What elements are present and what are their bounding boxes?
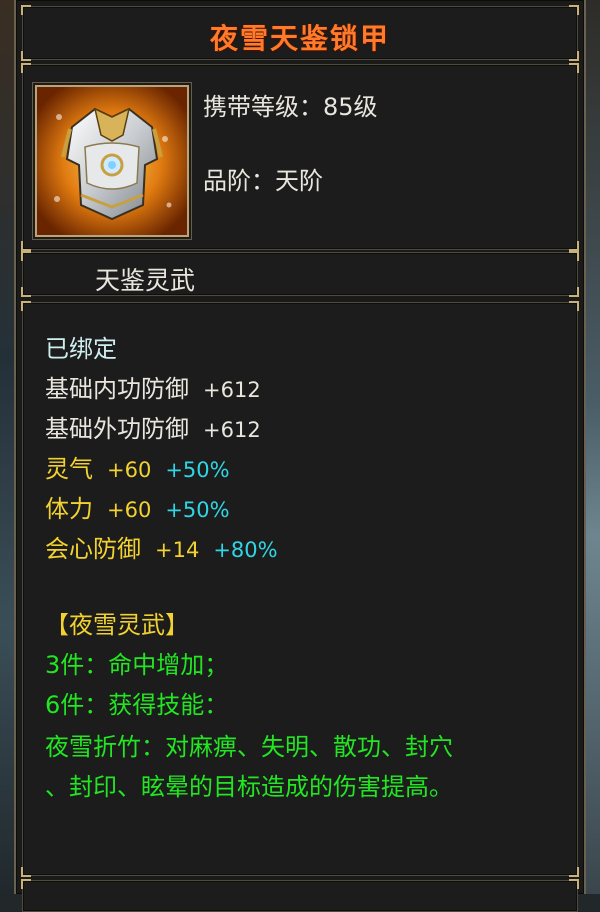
title-section: 夜雪天鉴锁甲 xyxy=(21,5,579,61)
set-bonus-title: 【夜雪灵武】 xyxy=(45,611,189,639)
stat-line: 基础外功防御 +612 xyxy=(45,409,261,444)
set-name: 天鉴灵武 xyxy=(95,266,196,295)
stat-line: 灵气 +60 +50% xyxy=(45,449,230,484)
bottom-section xyxy=(21,879,579,912)
stat-name: 体力 xyxy=(45,495,93,523)
stat-bonus: +80% xyxy=(213,538,278,562)
item-name: 夜雪天鉴锁甲 xyxy=(209,22,390,55)
grade-value: 天阶 xyxy=(275,167,323,195)
stat-name: 灵气 xyxy=(45,455,93,483)
stat-line: 会心防御 +14 +80% xyxy=(45,529,278,564)
stats-section: 已绑定 基础内功防御 +612 基础外功防御 +612 灵气 +60 +50% 体力 +6… xyxy=(21,301,579,877)
grade-label: 品阶： xyxy=(203,167,275,195)
bound-status: 已绑定 xyxy=(45,335,117,363)
stat-name: 会心防御 xyxy=(45,535,141,563)
item-info-section: 携带等级：85级 品阶：天阶 xyxy=(21,63,579,251)
set-bonus-3-piece: 3件：命中增加； xyxy=(45,651,229,679)
set-skill-line-2: 、封印、眩晕的目标造成的伤害提高。 xyxy=(45,773,453,801)
stat-name: 基础内功防御 xyxy=(45,375,189,403)
stat-name: 基础外功防御 xyxy=(45,415,189,443)
set-name-section: 天鉴灵武 xyxy=(21,251,579,297)
set-skill-line-1: 夜雪折竹：对麻痹、失明、散功、封穴 xyxy=(45,733,453,761)
item-tooltip-panel: 夜雪天鉴锁甲 携带等级：85级 品阶：天阶 天鉴灵武 已绑定 基础内功防御 +6… xyxy=(14,0,586,912)
stat-value: +60 xyxy=(107,458,152,482)
stat-value: +14 xyxy=(155,538,200,562)
armor-chestplate-icon xyxy=(35,85,189,237)
stat-bonus: +50% xyxy=(165,458,230,482)
stat-line: 基础内功防御 +612 xyxy=(45,369,261,404)
stat-value: +612 xyxy=(203,418,261,442)
required-level-value: 85级 xyxy=(323,93,378,121)
stat-value: +60 xyxy=(107,498,152,522)
set-bonus-6-piece: 6件：获得技能： xyxy=(45,691,229,719)
item-grade: 品阶：天阶 xyxy=(203,161,323,196)
stat-bonus: +50% xyxy=(165,498,230,522)
stat-value: +612 xyxy=(203,378,261,402)
required-level-label: 携带等级： xyxy=(203,93,323,121)
required-level: 携带等级：85级 xyxy=(203,87,378,122)
stat-line: 体力 +60 +50% xyxy=(45,489,230,524)
